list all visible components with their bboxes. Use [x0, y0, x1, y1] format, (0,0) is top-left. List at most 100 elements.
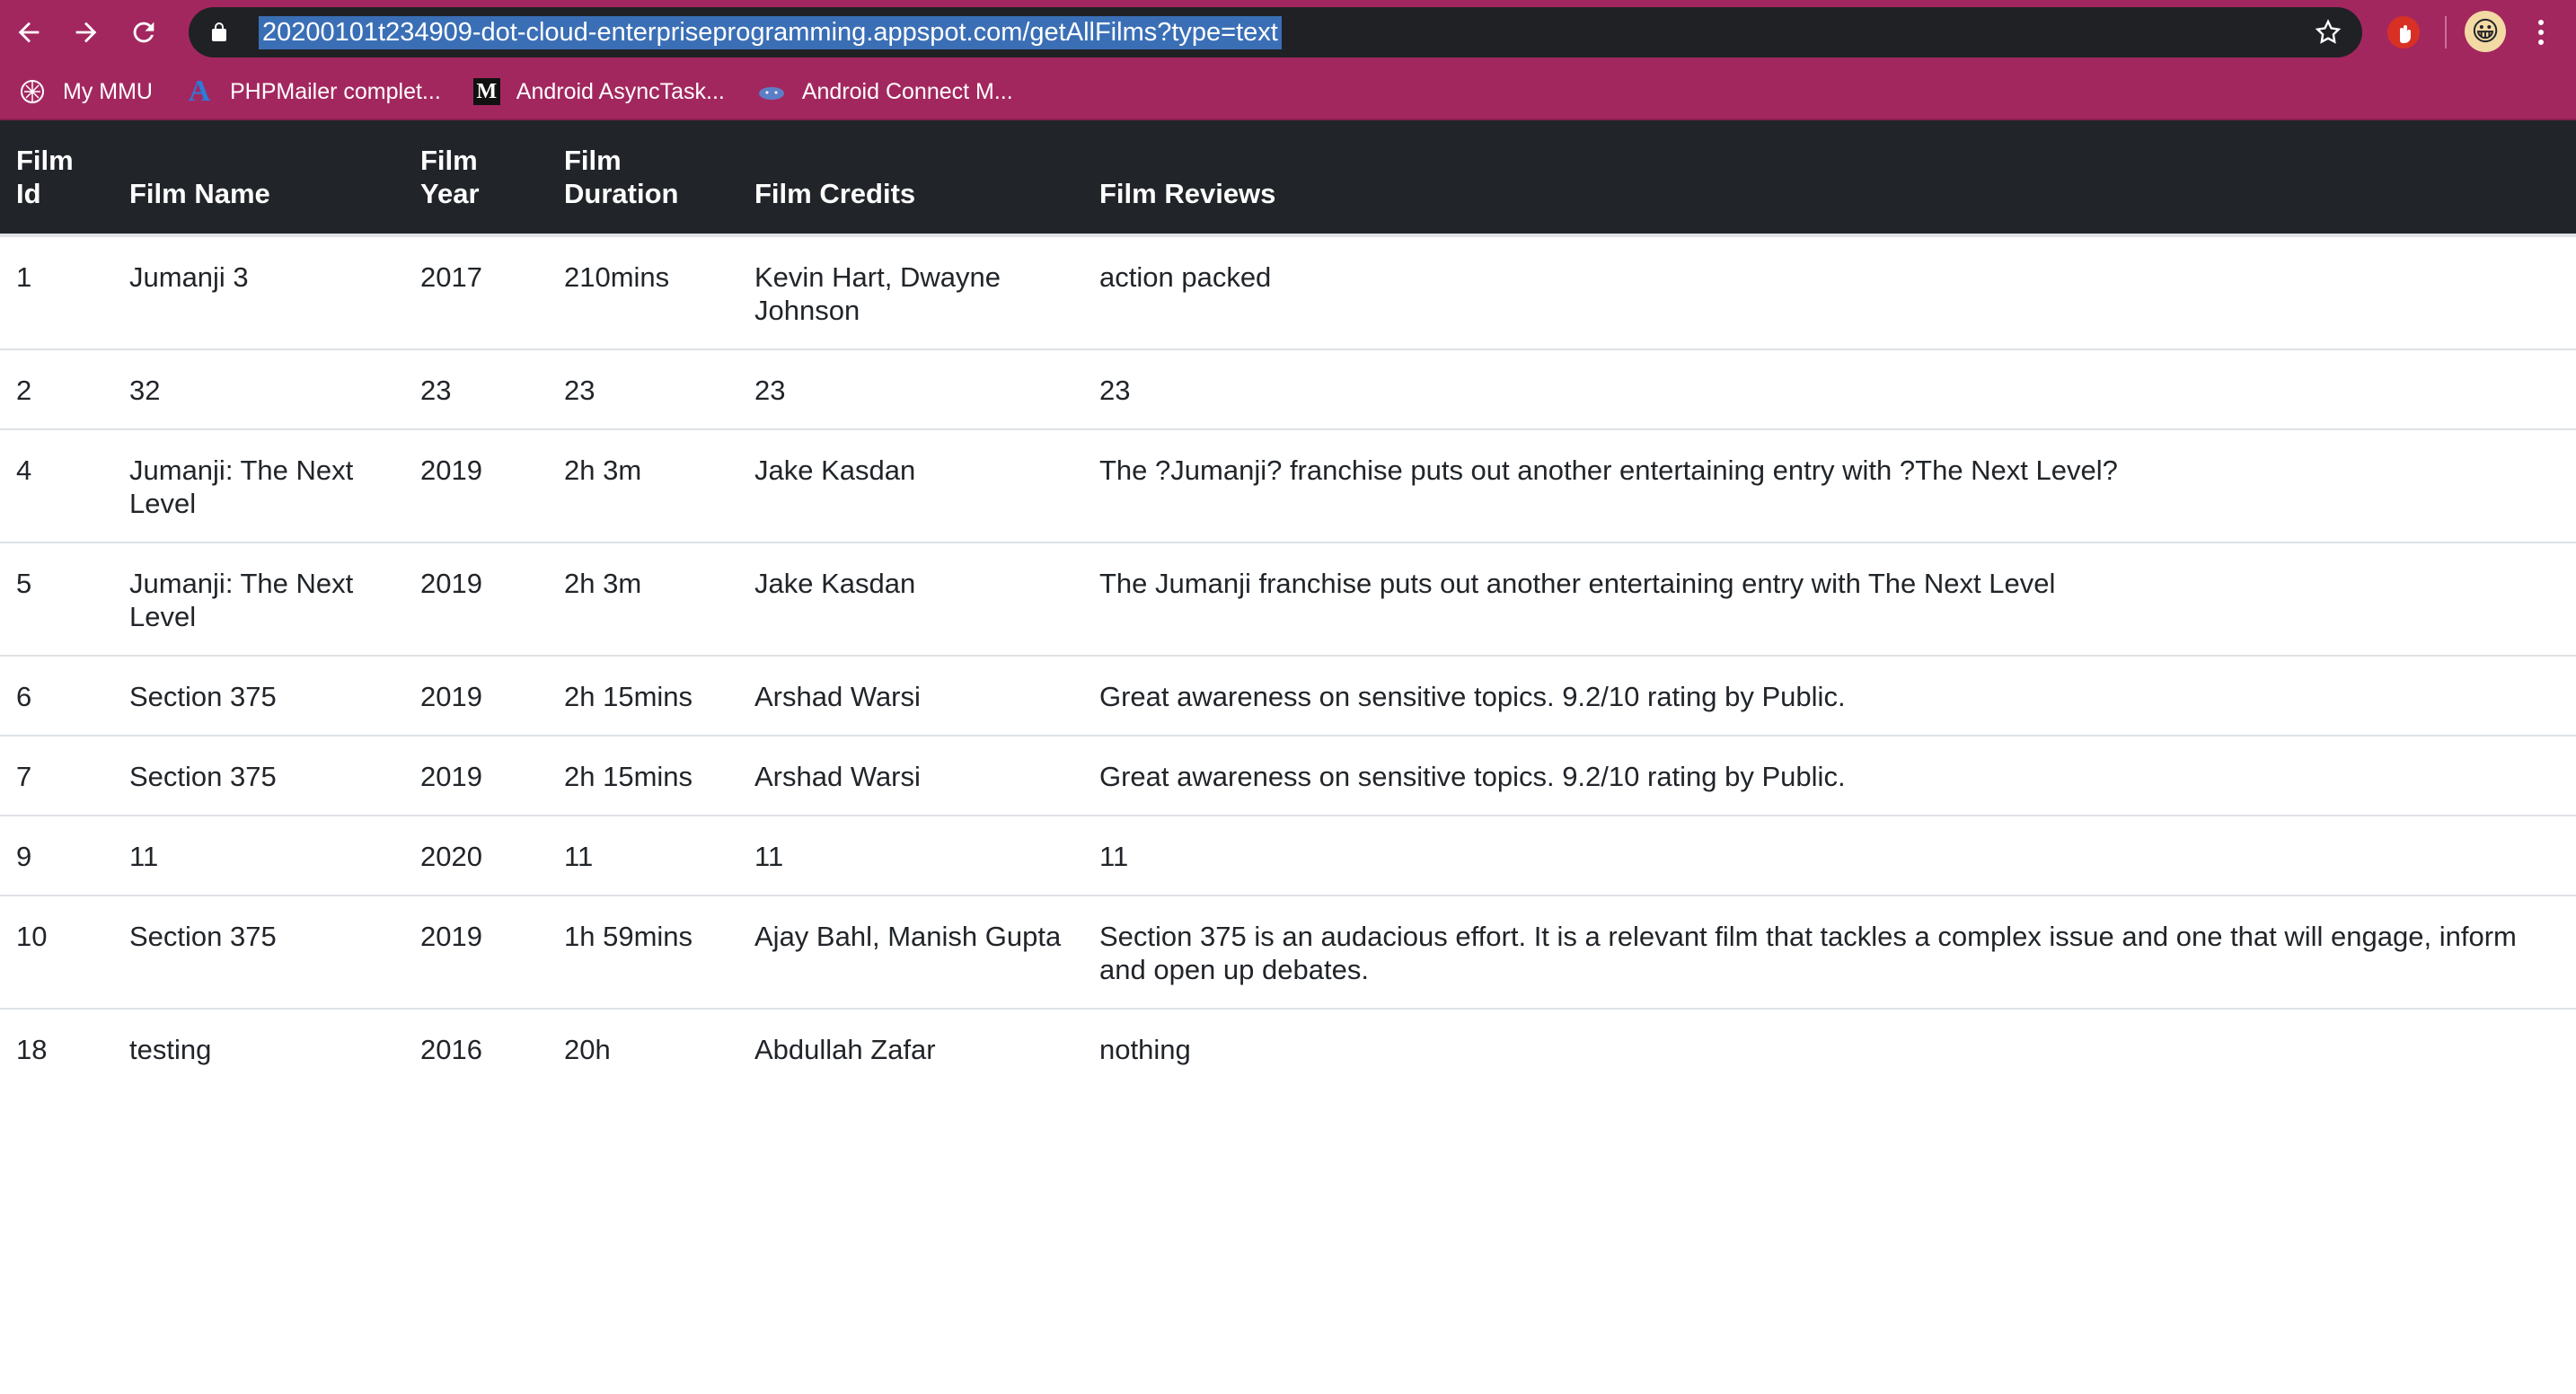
cell-name: Section 375: [113, 735, 404, 816]
table-row: 4 Jumanji: The Next Level 2019 2h 3m Jake Ka…: [0, 428, 2576, 543]
mmu-icon: [18, 77, 47, 106]
cell-duration: 11: [548, 815, 738, 896]
cell-duration: 20h: [548, 1008, 738, 1088]
cell-name: Jumanji: The Next Level: [113, 542, 404, 656]
cell-name: 32: [113, 348, 404, 429]
table-row: 18 testing 2016 20h Abdullah Zafar nothing: [0, 1008, 2576, 1088]
cell-year: 2019: [404, 542, 548, 656]
bookmark-label: Android Connect M...: [801, 78, 1013, 104]
cell-credits: Arshad Warsi: [738, 735, 1083, 816]
cell-duration: 2h 15mins: [548, 655, 738, 736]
url-text[interactable]: 20200101t234909-dot-cloud-enterpriseprog…: [259, 15, 1282, 49]
table-row: 6 Section 375 2019 2h 15mins Arshad Warsi Gre…: [0, 655, 2576, 736]
header-film-reviews: Film Reviews: [1083, 120, 2576, 235]
cell-id: 9: [0, 815, 113, 896]
cell-year: 2019: [404, 655, 548, 736]
bookmark-phpmailer[interactable]: A PHPMailer complet...: [185, 75, 441, 108]
cell-year: 2016: [404, 1008, 548, 1088]
cell-name: Section 375: [113, 655, 404, 736]
cell-duration: 23: [548, 348, 738, 429]
cell-duration: 2h 3m: [548, 542, 738, 656]
cell-name: Jumanji: The Next Level: [113, 428, 404, 543]
cell-year: 23: [404, 348, 548, 429]
cell-id: 18: [0, 1008, 113, 1088]
browser-toolbar: 20200101t234909-dot-cloud-enterpriseprog…: [0, 0, 2576, 65]
cell-id: 1: [0, 234, 113, 349]
bookmark-label: My MMU: [63, 78, 153, 104]
lock-icon[interactable]: [208, 22, 244, 43]
table-row: 2 32 23 23 23 23: [0, 348, 2576, 429]
header-film-credits: Film Credits: [738, 120, 1083, 235]
films-table: Film Id Film Name Film Year Film Duration F…: [0, 120, 2576, 1088]
cell-credits: Jake Kasdan: [738, 542, 1083, 656]
header-film-duration: Film Duration: [548, 120, 738, 235]
cell-name: testing: [113, 1008, 404, 1088]
cell-credits: Arshad Warsi: [738, 655, 1083, 736]
cell-credits: Kevin Hart, Dwayne Johnson: [738, 234, 1083, 349]
cell-id: 6: [0, 655, 113, 736]
profile-avatar[interactable]: 😀: [2465, 11, 2506, 52]
address-bar[interactable]: 20200101t234909-dot-cloud-enterpriseprog…: [189, 7, 2362, 57]
cell-year: 2020: [404, 815, 548, 896]
bookmarks-bar: My MMU A PHPMailer complet... M Android …: [0, 65, 2576, 120]
cell-id: 7: [0, 735, 113, 816]
cell-name: Jumanji 3: [113, 234, 404, 349]
toolbar-separator: [2445, 16, 2447, 49]
cell-credits: Abdullah Zafar: [738, 1008, 1083, 1088]
cell-reviews: 11: [1083, 815, 2576, 896]
cell-id: 2: [0, 348, 113, 429]
cell-credits: 23: [738, 348, 1083, 429]
cell-id: 5: [0, 542, 113, 656]
cell-duration: 1h 59mins: [548, 895, 738, 1009]
bookmark-label: PHPMailer complet...: [229, 78, 441, 104]
medium-m-icon: M: [472, 78, 500, 105]
table-row: 7 Section 375 2019 2h 15mins Arshad Warsi Gre…: [0, 735, 2576, 816]
cell-id: 4: [0, 428, 113, 543]
table-row: 10 Section 375 2019 1h 59mins Ajay Bahl, Man…: [0, 895, 2576, 1009]
android-icon: [757, 77, 786, 106]
browser-menu-icon[interactable]: [2527, 14, 2554, 50]
bookmark-android-asynctask[interactable]: M Android AsyncTask...: [472, 78, 725, 105]
cell-year: 2019: [404, 895, 548, 1009]
cell-reviews: Section 375 is an audacious effort. It i…: [1083, 895, 2576, 1009]
header-film-year: Film Year: [404, 120, 548, 235]
bookmark-android-connect[interactable]: Android Connect M...: [757, 77, 1013, 106]
cell-reviews: action packed: [1083, 234, 2576, 349]
table-row: 5 Jumanji: The Next Level 2019 2h 3m Jake Ka…: [0, 542, 2576, 656]
adblock-extension-icon[interactable]: [2387, 16, 2420, 49]
back-button[interactable]: [0, 0, 57, 65]
forward-button[interactable]: [57, 0, 115, 65]
cell-credits: 11: [738, 815, 1083, 896]
cell-id: 10: [0, 895, 113, 1009]
bookmark-star-icon[interactable]: [2314, 18, 2342, 47]
cell-reviews: nothing: [1083, 1008, 2576, 1088]
cell-credits: Ajay Bahl, Manish Gupta: [738, 895, 1083, 1009]
back-arrow-icon: [18, 22, 40, 43]
cell-year: 2019: [404, 735, 548, 816]
cell-duration: 2h 3m: [548, 428, 738, 543]
table-row: 9 11 2020 11 11 11: [0, 815, 2576, 896]
reload-icon: [133, 22, 154, 43]
bookmark-my-mmu[interactable]: My MMU: [18, 77, 153, 106]
header-film-name: Film Name: [113, 120, 404, 235]
cell-reviews: Great awareness on sensitive topics. 9.2…: [1083, 655, 2576, 736]
cell-credits: Jake Kasdan: [738, 428, 1083, 543]
reload-button[interactable]: [115, 0, 172, 65]
cell-name: 11: [113, 815, 404, 896]
cell-year: 2019: [404, 428, 548, 543]
cell-duration: 2h 15mins: [548, 735, 738, 816]
table-body: 1 Jumanji 3 2017 210mins Kevin Hart, Dwayne …: [0, 234, 2576, 1088]
cell-duration: 210mins: [548, 234, 738, 349]
a-letter-icon: A: [188, 75, 211, 108]
cell-reviews: 23: [1083, 348, 2576, 429]
forward-arrow-icon: [75, 22, 97, 43]
cell-reviews: Great awareness on sensitive topics. 9.2…: [1083, 735, 2576, 816]
cell-year: 2017: [404, 234, 548, 349]
cell-name: Section 375: [113, 895, 404, 1009]
cell-reviews: The ?Jumanji? franchise puts out another…: [1083, 428, 2576, 543]
header-film-id: Film Id: [0, 120, 113, 235]
bookmark-label: Android AsyncTask...: [516, 78, 725, 104]
table-header: Film Id Film Name Film Year Film Duration F…: [0, 120, 2576, 235]
cell-reviews: The Jumanji franchise puts out another e…: [1083, 542, 2576, 656]
table-row: 1 Jumanji 3 2017 210mins Kevin Hart, Dwayne …: [0, 234, 2576, 349]
